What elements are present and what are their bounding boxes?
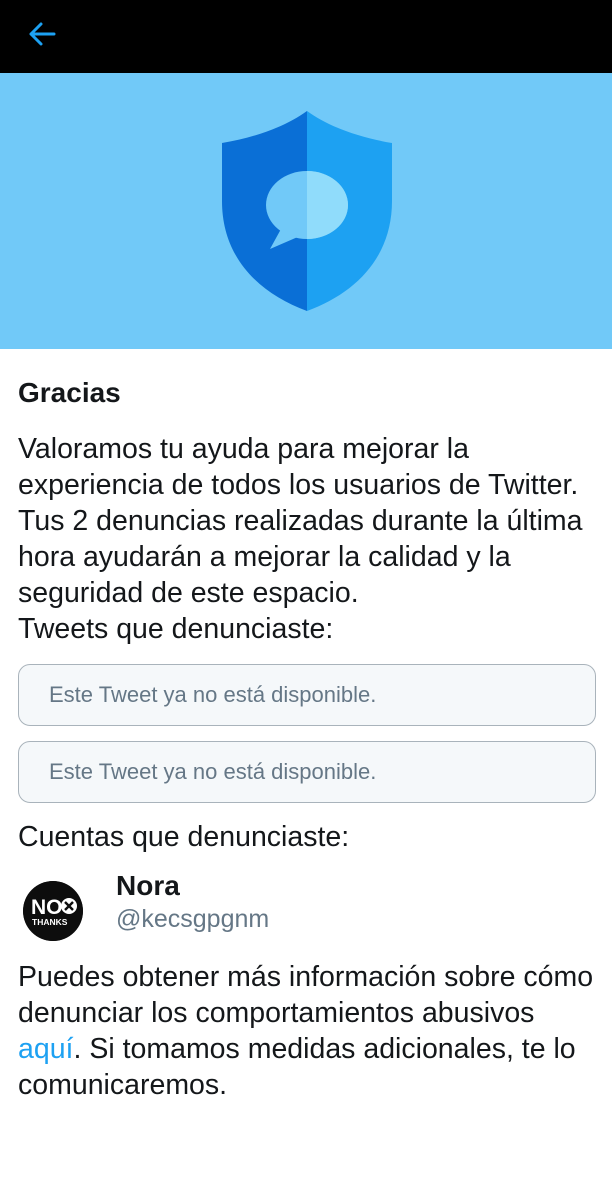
svg-text:THANKS: THANKS bbox=[32, 917, 68, 927]
page-title: Gracias bbox=[18, 377, 121, 408]
shield-message-icon bbox=[222, 111, 392, 311]
hero-banner bbox=[0, 73, 612, 349]
svg-text:NO: NO bbox=[31, 896, 63, 919]
reported-tweet-card[interactable]: Este Tweet ya no está disponible. bbox=[18, 741, 596, 803]
thanks-message: Valoramos tu ayuda para mejorar la exper… bbox=[18, 433, 583, 609]
reported-tweets-list: Este Tweet ya no está disponible. Este T… bbox=[18, 664, 598, 803]
account-handle: @kecsgpgnm bbox=[116, 905, 270, 933]
tweet-unavailable-text: Este Tweet ya no está disponible. bbox=[49, 759, 377, 784]
no-thanks-logo: NO THANKS bbox=[23, 881, 83, 941]
learn-more-link[interactable]: aquí bbox=[18, 1033, 73, 1065]
avatar: NO THANKS bbox=[23, 881, 83, 941]
more-info-text-before: Puedes obtener más información sobre cóm… bbox=[18, 961, 594, 1029]
reported-account[interactable]: NO THANKS Nora @kecsgpgnm bbox=[18, 869, 598, 955]
report-confirmation: Gracias Valoramos tu ayuda para mejorar … bbox=[18, 349, 598, 1103]
arrow-left-icon bbox=[29, 22, 56, 46]
reported-tweet-card[interactable]: Este Tweet ya no está disponible. bbox=[18, 664, 596, 726]
reported-tweets-label: Tweets que denunciaste: bbox=[18, 613, 334, 645]
more-info-text: Puedes obtener más información sobre cóm… bbox=[18, 959, 598, 1103]
tweet-unavailable-text: Este Tweet ya no está disponible. bbox=[49, 682, 377, 707]
back-button[interactable] bbox=[22, 14, 62, 54]
more-info-text-after: . Si tomamos medidas adicionales, te lo … bbox=[18, 1033, 576, 1101]
top-app-bar bbox=[0, 0, 612, 73]
account-name: Nora bbox=[116, 870, 180, 901]
reported-accounts-label: Cuentas que denunciaste: bbox=[18, 821, 350, 853]
